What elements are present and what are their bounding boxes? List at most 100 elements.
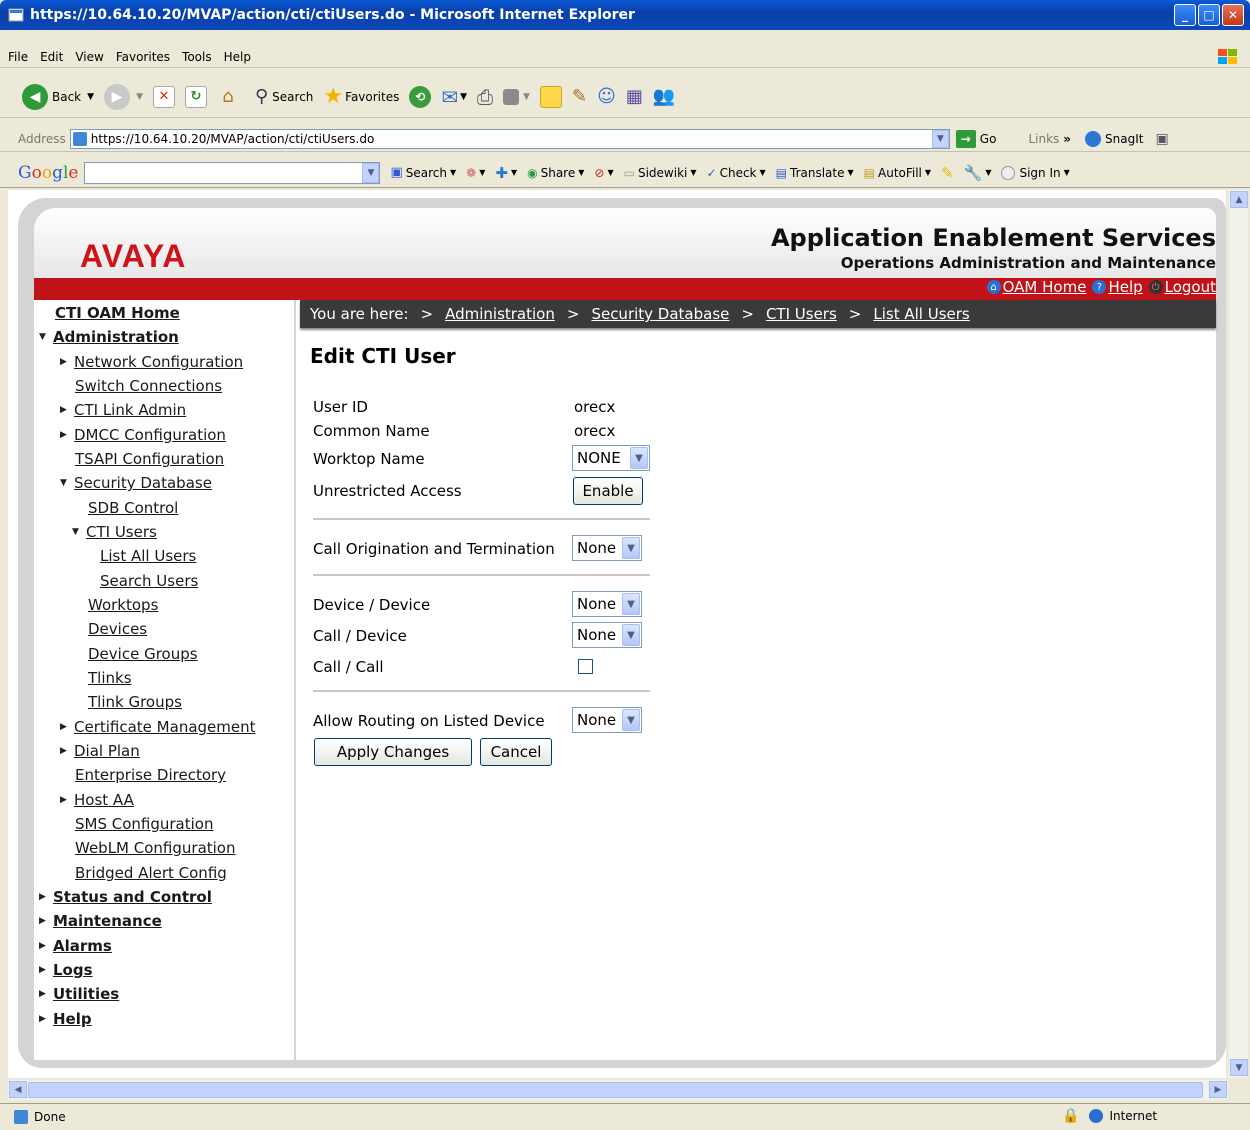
nav-link[interactable]: Tlinks xyxy=(88,669,132,687)
scroll-left-icon[interactable]: ◀ xyxy=(9,1081,27,1098)
minimize-button[interactable]: _ xyxy=(1174,4,1196,26)
nav-link[interactable]: Switch Connections xyxy=(75,377,222,395)
nav-link[interactable]: Dial Plan xyxy=(74,742,140,760)
nav-cti-link-admin[interactable]: ▶ CTI Link Admin xyxy=(60,401,186,419)
nav-link[interactable]: SDB Control xyxy=(88,499,178,517)
nav-maintenance[interactable]: ▶ Maintenance xyxy=(39,912,162,930)
snagit-capture-icon[interactable]: ▣ xyxy=(1155,131,1168,147)
google-signin-button[interactable]: Sign In ▼ xyxy=(1001,165,1070,180)
nav-link[interactable]: Worktops xyxy=(88,596,158,614)
nav-link[interactable]: CTI Users xyxy=(86,523,157,541)
maximize-button[interactable]: □ xyxy=(1198,4,1220,26)
links-label[interactable]: Links xyxy=(1028,132,1059,146)
google-search-button[interactable]: ▣ Search ▼ xyxy=(390,165,456,180)
nav-link[interactable]: Logs xyxy=(53,961,93,979)
forward-button[interactable]: ▶ ▼ xyxy=(104,83,143,110)
nav-link[interactable]: CTI Link Admin xyxy=(74,401,186,419)
nav-utilities[interactable]: ▶ Utilities xyxy=(39,985,119,1003)
nav-weblm-configuration[interactable]: WebLM Configuration xyxy=(75,839,236,857)
nav-link[interactable]: Alarms xyxy=(53,937,112,955)
address-input[interactable]: https://10.64.10.20/MVAP/action/cti/ctiU… xyxy=(69,128,950,149)
google-translate-button[interactable]: ▤ Translate ▼ xyxy=(776,166,854,180)
menu-tools[interactable]: Tools xyxy=(182,50,212,64)
favorites-button[interactable]: ★ Favorites xyxy=(323,84,399,109)
breadcrumb-administration[interactable]: Administration xyxy=(445,305,555,323)
menu-help[interactable]: Help xyxy=(224,50,251,64)
breadcrumb-list-all-users[interactable]: List All Users xyxy=(873,305,969,323)
history-button[interactable]: ⟲ xyxy=(409,85,432,108)
refresh-button[interactable]: ↻ xyxy=(184,85,207,108)
stop-button[interactable]: ✕ xyxy=(152,85,175,108)
chevron-down-icon[interactable]: ▼ xyxy=(931,129,949,148)
research-button[interactable]: ✎ xyxy=(572,86,587,107)
people-button[interactable]: 👥 xyxy=(653,86,675,107)
nav-search-users[interactable]: Search Users xyxy=(100,572,198,590)
google-search-input[interactable]: ▼ xyxy=(84,161,381,184)
google-share-button[interactable]: ◉ Share ▼ xyxy=(527,166,584,180)
nav-dmcc-configuration[interactable]: ▶ DMCC Configuration xyxy=(60,426,226,444)
menu-edit[interactable]: Edit xyxy=(40,50,63,64)
nav-devices[interactable]: Devices xyxy=(88,620,147,638)
nav-link[interactable]: Host AA xyxy=(74,791,134,809)
nav-device-groups[interactable]: Device Groups xyxy=(88,645,198,663)
google-settings-button[interactable]: 🔧 ▼ xyxy=(964,164,992,182)
chevron-down-icon[interactable]: ▼ xyxy=(362,162,380,183)
cancel-button[interactable]: Cancel xyxy=(480,738,552,766)
close-button[interactable]: ✕ xyxy=(1222,4,1244,26)
messenger-button[interactable]: ☺ xyxy=(597,86,616,107)
nav-worktops[interactable]: Worktops xyxy=(88,596,158,614)
nav-sms-configuration[interactable]: SMS Configuration xyxy=(75,815,213,833)
google-blocker-button[interactable]: ⊘ ▼ xyxy=(594,166,613,180)
nav-link[interactable]: Help xyxy=(53,1010,92,1028)
nav-link[interactable]: Security Database xyxy=(74,474,212,492)
google-check-button[interactable]: ✓ Check ▼ xyxy=(707,166,766,180)
mail-button[interactable]: ✉ ▼ xyxy=(441,85,467,109)
worktop-name-select[interactable]: NONE ▼ xyxy=(572,445,650,471)
scroll-up-icon[interactable]: ▲ xyxy=(1230,191,1248,208)
vertical-scrollbar[interactable]: ▲ ▼ xyxy=(1228,190,1248,1078)
horizontal-scrollbar[interactable]: ◀ ▶ xyxy=(8,1080,1228,1100)
nav-switch-connections[interactable]: Switch Connections xyxy=(75,377,222,395)
nav-bridged-alert-config[interactable]: Bridged Alert Config xyxy=(75,864,227,882)
nav-link[interactable]: Network Configuration xyxy=(74,353,243,371)
menu-favorites[interactable]: Favorites xyxy=(116,50,170,64)
nav-link[interactable]: WebLM Configuration xyxy=(75,839,236,857)
google-plus-button[interactable]: ✚ ▼ xyxy=(495,164,517,182)
logout-link[interactable]: Logout xyxy=(1165,278,1216,296)
chevron-right-icon[interactable]: » xyxy=(1063,132,1071,146)
nav-link[interactable]: Maintenance xyxy=(53,912,162,930)
edit-button[interactable]: ▼ xyxy=(503,88,530,105)
nav-tsapi-configuration[interactable]: TSAPI Configuration xyxy=(75,450,224,468)
go-button[interactable]: → Go xyxy=(955,129,996,148)
note-button[interactable] xyxy=(539,85,562,108)
call-device-select[interactable]: None ▼ xyxy=(572,622,642,648)
nav-security-database[interactable]: ▼ Security Database xyxy=(60,474,212,492)
nav-certificate-management[interactable]: ▶ Certificate Management xyxy=(60,718,256,736)
breadcrumb-security-database[interactable]: Security Database xyxy=(591,305,729,323)
nav-cti-oam-home[interactable]: CTI OAM Home xyxy=(55,304,180,322)
nav-administration[interactable]: ▼ Administration xyxy=(39,328,179,346)
nav-network-configuration[interactable]: ▶ Network Configuration xyxy=(60,353,243,371)
google-bookmarks-button[interactable]: ❁ ▼ xyxy=(466,166,485,180)
nav-link[interactable]: Utilities xyxy=(53,985,119,1003)
call-origination-select[interactable]: None ▼ xyxy=(572,535,642,561)
nav-link[interactable]: Devices xyxy=(88,620,147,638)
call-call-checkbox[interactable] xyxy=(578,659,593,674)
nav-link[interactable]: Administration xyxy=(53,328,179,346)
google-autofill-button[interactable]: ▤ AutoFill ▼ xyxy=(864,166,931,180)
nav-dial-plan[interactable]: ▶ Dial Plan xyxy=(60,742,140,760)
menu-file[interactable]: File xyxy=(8,50,28,64)
allow-routing-select[interactable]: None ▼ xyxy=(572,707,642,733)
nav-link[interactable]: DMCC Configuration xyxy=(74,426,226,444)
home-button[interactable]: ⌂ xyxy=(217,86,239,108)
nav-list-all-users[interactable]: List All Users xyxy=(100,547,196,565)
nav-link[interactable]: Status and Control xyxy=(53,888,212,906)
help-link[interactable]: Help xyxy=(1108,278,1142,296)
nav-link[interactable]: Enterprise Directory xyxy=(75,766,226,784)
nav-link[interactable]: TSAPI Configuration xyxy=(75,450,224,468)
nav-enterprise-directory[interactable]: Enterprise Directory xyxy=(75,766,226,784)
nav-status-and-control[interactable]: ▶ Status and Control xyxy=(39,888,212,906)
nav-link[interactable]: Bridged Alert Config xyxy=(75,864,227,882)
nav-link[interactable]: Device Groups xyxy=(88,645,198,663)
nav-alarms[interactable]: ▶ Alarms xyxy=(39,937,112,955)
